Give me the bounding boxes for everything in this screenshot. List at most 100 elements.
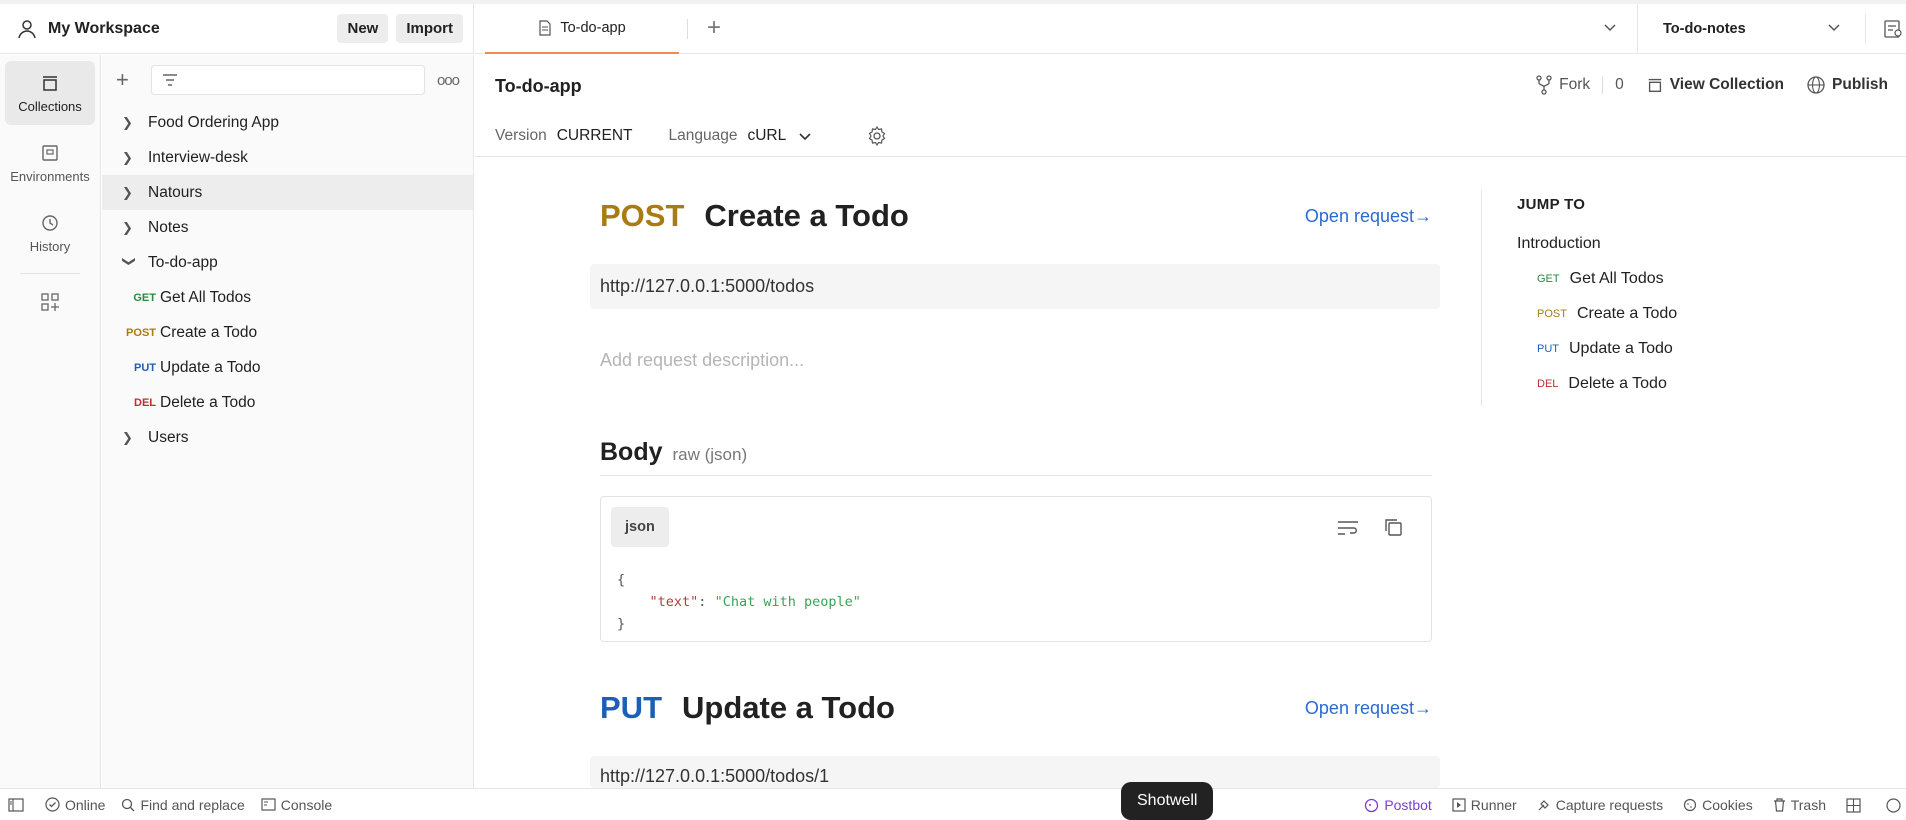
language-chip[interactable]: json (611, 507, 669, 547)
environment-chevron-icon[interactable] (1827, 20, 1841, 38)
workspace-title[interactable]: My Workspace (48, 20, 329, 38)
rail-label: Environments (10, 168, 90, 184)
method-label: POST (600, 198, 685, 233)
rail-item-environments[interactable]: Environments (5, 131, 95, 195)
tooltip: Shotwell (1121, 782, 1214, 820)
request-url: http://127.0.0.1:5000/todos (590, 264, 1440, 309)
collections-icon (43, 75, 57, 91)
body-heading: Body raw (json) (600, 438, 1432, 476)
tabs-dropdown-chevron-icon[interactable] (1603, 20, 1617, 38)
tree-request-create-a-todo[interactable]: POST Create a Todo (102, 315, 473, 350)
trash-button[interactable]: Trash (1773, 797, 1826, 813)
cookie-icon (1684, 798, 1697, 812)
import-button[interactable]: Import (396, 14, 463, 43)
new-tab-icon[interactable]: + (707, 14, 721, 42)
jump-item-label: Delete a Todo (1568, 374, 1667, 392)
language-select[interactable]: cURL (747, 127, 786, 145)
json-value: "Chat with people" (714, 594, 861, 610)
check-circle-icon (45, 797, 60, 812)
filter-icon (163, 74, 178, 86)
add-collection-icon[interactable]: + (116, 67, 141, 93)
jump-item-label: Create a Todo (1576, 304, 1678, 322)
environment-quicklook-icon[interactable] (1883, 19, 1903, 43)
tree-item-notes[interactable]: ❯ Notes (102, 210, 473, 245)
version-select[interactable]: CURRENT (557, 127, 633, 145)
method-badge: GET (133, 291, 156, 304)
code-block: json { "text": "Chat with people" } (600, 496, 1432, 642)
open-request-link[interactable]: Open request→ (1305, 698, 1432, 719)
collection-name: Food Ordering App (148, 113, 279, 131)
jump-item-get-all-todos[interactable]: GET Get All Todos (1517, 261, 1897, 296)
tab-to-do-app[interactable]: To-do-app (485, 4, 679, 54)
method-label: PUT (600, 690, 662, 725)
chevron-right-icon: ❯ (122, 184, 133, 200)
rail-item-collections[interactable]: Collections (5, 61, 95, 125)
request-title: Create a Todo (704, 198, 909, 233)
status-right: Postbot Runner Capture requests Cookies … (1364, 789, 1906, 820)
tree-item-food-ordering-app[interactable]: ❯ Food Ordering App (102, 105, 473, 140)
jump-divider (1481, 190, 1482, 406)
tab-label: To-do-app (560, 20, 626, 36)
method-badge: DEL (1537, 377, 1559, 390)
jump-item-create-a-todo[interactable]: POST Create a Todo (1517, 296, 1897, 331)
toggle-sidebar-icon[interactable] (8, 797, 29, 812)
search-icon (122, 798, 135, 811)
view-collection-button[interactable]: View Collection (1646, 76, 1784, 94)
jump-item-label: Update a Todo (1569, 339, 1673, 357)
cookies-label: Cookies (1702, 797, 1753, 813)
cookies-button[interactable]: Cookies (1683, 797, 1753, 813)
json-key: "text" (649, 594, 699, 610)
find-label: Find and replace (140, 796, 245, 813)
collection-name: Notes (148, 218, 189, 236)
copy-icon[interactable] (1383, 517, 1403, 537)
tab-divider (687, 19, 688, 39)
rail-label: History (29, 238, 71, 254)
tree-item-users[interactable]: ❯ Users (102, 420, 473, 455)
postbot-label: Postbot (1384, 797, 1432, 813)
rail-item-history[interactable]: History (5, 201, 95, 265)
layout-toggle-icon[interactable] (1846, 797, 1866, 813)
settings-gear-icon[interactable] (866, 125, 888, 147)
postbot-button[interactable]: Postbot (1364, 797, 1432, 813)
tree-request-delete-a-todo[interactable]: DEL Delete a Todo (102, 385, 473, 420)
body-type: raw (json) (672, 445, 748, 464)
globe-icon (1807, 76, 1825, 94)
jump-introduction[interactable]: Introduction (1517, 235, 1897, 253)
capture-requests-button[interactable]: Capture requests (1537, 797, 1663, 813)
online-status[interactable]: Online (45, 797, 105, 813)
console-button[interactable]: Console (261, 797, 332, 813)
runner-button[interactable]: Runner (1452, 797, 1517, 813)
tree-item-interview-desk[interactable]: ❯ Interview-desk (102, 140, 473, 175)
request-url: http://127.0.0.1:5000/todos/1 (590, 756, 1440, 788)
filter-input[interactable] (151, 65, 425, 95)
request-name: Update a Todo (160, 358, 261, 376)
new-button[interactable]: New (337, 14, 389, 43)
tree-request-get-all-todos[interactable]: GET Get All Todos (102, 280, 473, 315)
fork-button[interactable]: Fork 0 (1535, 75, 1624, 95)
fork-icon (1536, 75, 1552, 95)
jump-item-update-a-todo[interactable]: PUT Update a Todo (1517, 331, 1897, 366)
collection-name: Users (148, 428, 189, 446)
find-replace-button[interactable]: Find and replace (121, 796, 245, 813)
tree-item-natours[interactable]: ❯ Natours (102, 175, 473, 210)
request-name: Get All Todos (160, 288, 252, 306)
env-divider (1637, 4, 1638, 54)
more-options-icon[interactable]: ooo (437, 72, 460, 89)
request-description-placeholder[interactable]: Add request description... (600, 350, 804, 371)
doc-actions: Fork 0 View Collection Publish (1513, 75, 1888, 95)
language-chevron-icon[interactable] (798, 129, 812, 143)
environment-selector[interactable]: To-do-notes (1663, 21, 1746, 37)
document-icon (539, 20, 551, 36)
json-colon: : (698, 594, 715, 610)
request-name: Create a Todo (160, 323, 258, 341)
sidebar-rail: Collections Environments History (0, 55, 101, 788)
help-icon[interactable] (1886, 797, 1906, 813)
rail-item-add[interactable] (5, 280, 95, 330)
publish-button[interactable]: Publish (1806, 75, 1888, 95)
collection-icon (1648, 78, 1662, 92)
tree-item-to-do-app[interactable]: ❯ To-do-app (102, 245, 473, 280)
jump-item-delete-a-todo[interactable]: DEL Delete a Todo (1517, 366, 1897, 401)
tree-request-update-a-todo[interactable]: PUT Update a Todo (102, 350, 473, 385)
wrap-lines-icon[interactable] (1337, 519, 1359, 537)
open-request-link[interactable]: Open request→ (1305, 206, 1432, 227)
